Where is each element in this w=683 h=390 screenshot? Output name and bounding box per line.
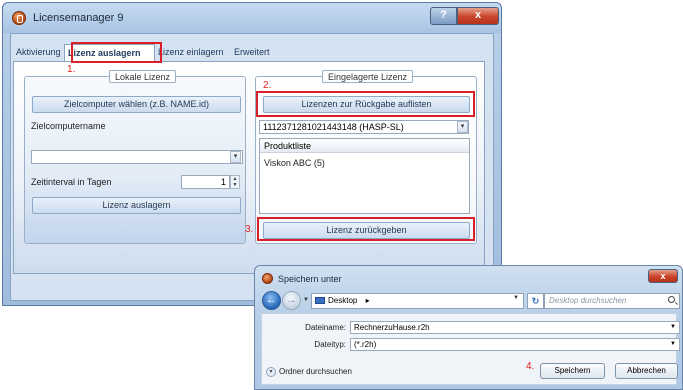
choose-target-computer-button[interactable]: Zielcomputer wählen (z.B. NAME.id) [32,96,241,113]
address-location: Desktop [328,296,358,305]
cancel-button[interactable]: Abbrechen [615,363,678,379]
window-title: Licensemanager 9 [33,12,124,24]
filetype-label: Dateityp: [314,340,346,349]
export-license-button[interactable]: Lizenz auslagern [32,197,241,214]
help-button[interactable]: ? [430,7,457,25]
stored-license-legend: Eingelagerte Lizenz [322,70,414,83]
address-bar[interactable]: Desktop ▸ [311,293,524,309]
license-dropdown-button[interactable]: ▾ [457,121,468,133]
dialog-app-icon [262,273,273,284]
tab-erweitert[interactable]: Erweitert [231,44,281,61]
expand-chevron-icon: ▾ [266,367,276,377]
close-button[interactable]: x [457,7,499,25]
local-license-legend: Lokale Lizenz [109,70,177,83]
license-select[interactable]: 1112371281021443148 (HASP-SL) [259,120,469,134]
step-3-label: 3. [245,224,254,235]
product-list-header: Produktliste [260,139,469,153]
tab-aktivierung[interactable]: Aktivierung [13,44,64,61]
filename-dropdown-icon[interactable]: ▼ [670,322,676,333]
dialog-close-button[interactable]: x [648,269,678,283]
refresh-icon[interactable]: ↻ [527,293,544,309]
target-computer-name-field[interactable] [31,150,243,164]
history-dropdown-icon[interactable]: ▼ [303,297,309,303]
address-dropdown-icon[interactable]: ▼ [513,295,519,301]
interval-label: Zeitinterval in Tagen [31,177,112,187]
desktop-icon [315,297,325,305]
interval-spinner[interactable]: ▲ ▼ [230,175,240,189]
search-icon[interactable] [668,296,675,303]
list-item[interactable]: Viskon ABC (5) [264,158,325,168]
product-list[interactable]: Produktliste Viskon ABC (5) [259,138,470,214]
highlight-list-button [256,91,475,117]
filetype-select[interactable]: (*.r2h) ▼ [350,338,680,351]
target-computer-name-label: Zielcomputername [31,121,106,131]
step-2-label: 2. [263,80,272,91]
highlight-return-button [257,217,475,241]
target-computer-dropdown-button[interactable]: ▾ [230,151,241,163]
filetype-value: (*.r2h) [354,340,377,349]
save-button[interactable]: Speichern [540,363,605,379]
search-input[interactable]: Desktop durchsuchen [544,293,680,309]
back-arrow-icon[interactable]: ← [262,291,281,310]
interval-input[interactable]: 1 [181,175,230,189]
breadcrumb-arrow-icon[interactable]: ▸ [366,296,370,305]
filetype-dropdown-icon[interactable]: ▼ [670,339,676,350]
tab-lizenz-einlagern[interactable]: Lizenz einlagern [155,44,231,61]
screenshot-stage: Licensemanager 9 ? x Aktivierung Lizenz … [0,0,683,390]
save-dialog: Speichern unter x ← → ▼ Desktop ▸ ▼ ↻ De… [254,265,683,390]
app-icon [12,11,26,25]
forward-arrow-icon[interactable]: → [282,291,301,310]
browse-folders-label: Ordner durchsuchen [279,367,352,377]
browse-folders-toggle[interactable]: ▾ Ordner durchsuchen [266,367,352,377]
highlight-tab [71,42,162,63]
step-1-label: 1. [67,64,76,75]
search-placeholder: Desktop durchsuchen [549,296,627,305]
step-4-label: 4. [526,361,535,372]
title-bar: Licensemanager 9 ? x [3,3,501,33]
dialog-title: Speichern unter [278,274,342,284]
filename-label: Dateiname: [305,323,346,332]
filename-field[interactable]: RechnerzuHause.r2h ▼ [350,321,680,334]
filename-value: RechnerzuHause.r2h [354,323,430,332]
